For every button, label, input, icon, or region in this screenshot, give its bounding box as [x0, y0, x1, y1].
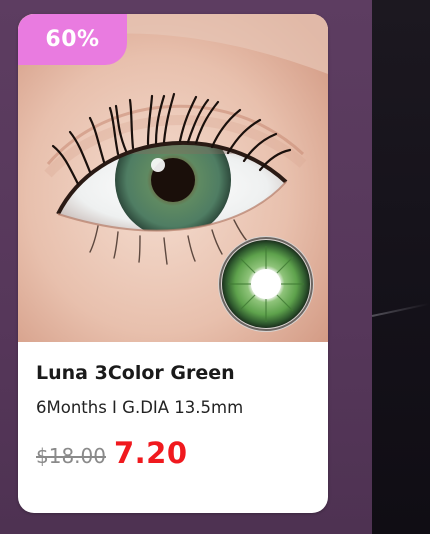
sale-price: 7.20 [113, 436, 188, 470]
product-card[interactable]: 60% Luna 3Color Green 6Months I G.DIA 13… [18, 14, 328, 513]
adjacent-dark-panel [371, 0, 430, 534]
discount-badge: 60% [18, 14, 127, 65]
original-price: $18.00 [36, 444, 106, 468]
product-spec: 6Months I G.DIA 13.5mm [36, 398, 244, 417]
product-image[interactable]: 60% [18, 14, 328, 342]
product-name[interactable]: Luna 3Color Green [36, 360, 316, 386]
product-info: Luna 3Color Green 6Months I G.DIA 13.5mm… [36, 360, 316, 470]
price-row: $18.00 7.20 [36, 436, 316, 470]
panel-edge-highlight [371, 302, 429, 317]
